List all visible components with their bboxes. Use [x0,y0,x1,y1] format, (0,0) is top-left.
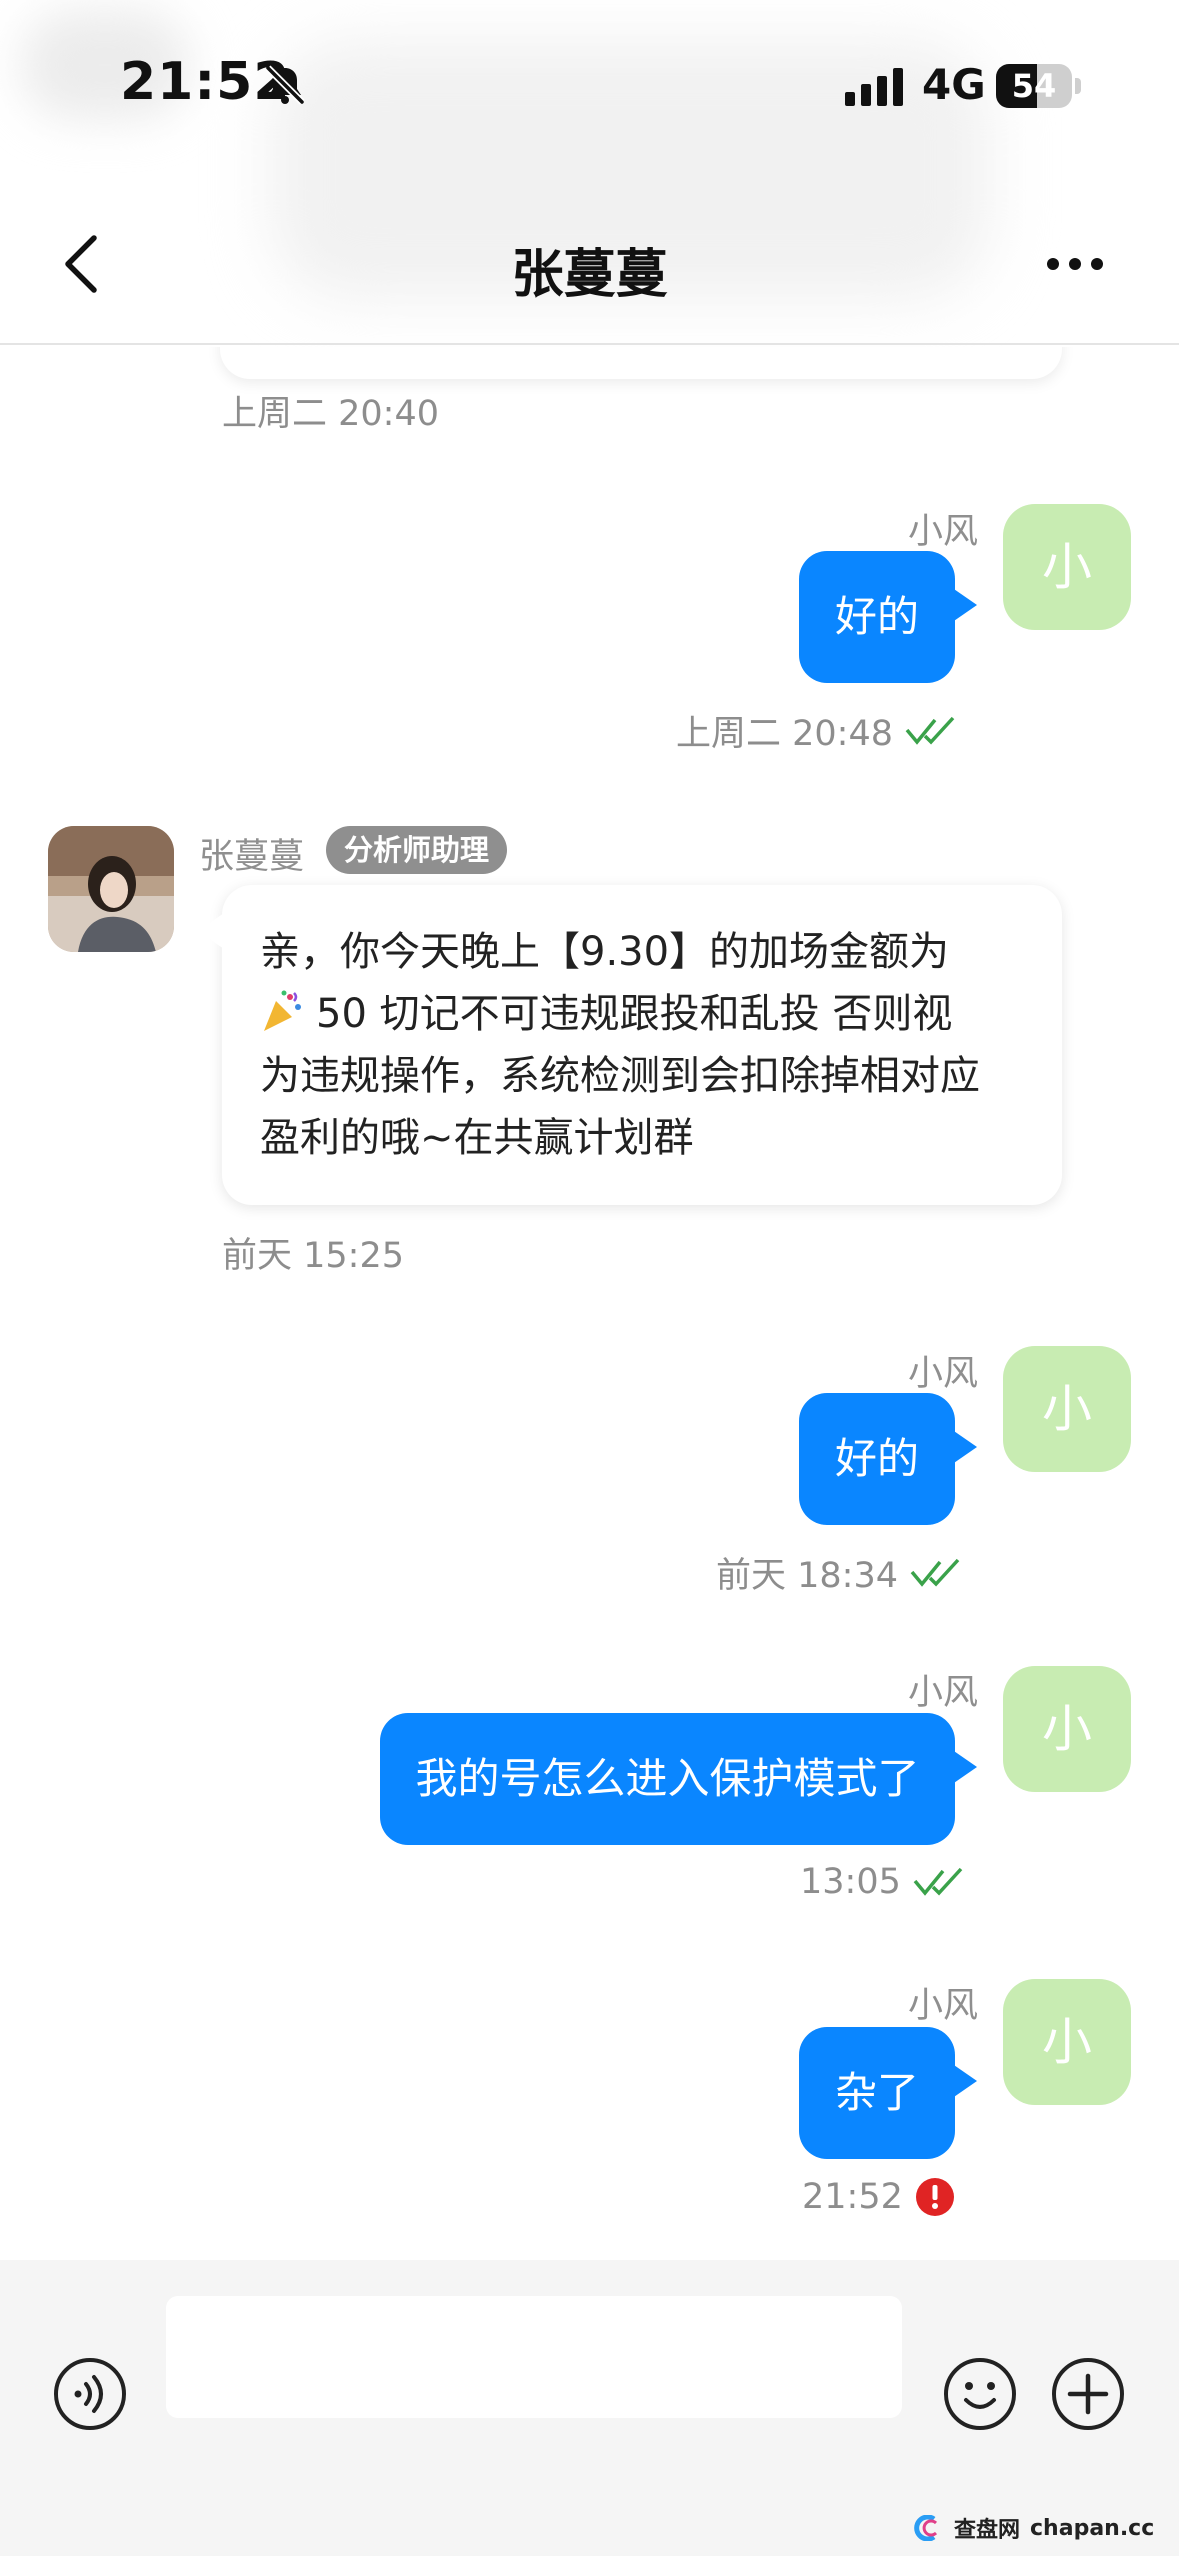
message-timestamp: 上周二 20:48 [676,714,893,754]
message-timestamp: 前天 15:25 [222,1236,404,1276]
message-line: 50 切记不可违规跟投和乱投 否则视 [260,983,1022,1045]
chat-title: 张蔓蔓 [511,245,668,305]
message-text: 我的号怎么进入保护模式了 [415,1754,920,1803]
my-avatar[interactable]: 小 [1003,1979,1131,2105]
voice-input-icon[interactable] [52,2356,128,2432]
message-timestamp: 上周二 20:40 [222,394,439,434]
send-failed-icon[interactable] [915,2177,955,2217]
my-message-bubble[interactable]: 好的 [799,1393,977,1525]
incoming-message-bubble[interactable]: 亲，你今天晚上【9.30】的加场金额为 50 切记不可违规跟投和乱投 否则视 为… [198,885,1062,1205]
message-line: 盈利的哦~在共赢计划群 [260,1115,694,1161]
sender-name: 小风 [908,512,979,552]
message-line: 为违规操作，系统检测到会扣除掉相对应 [260,1053,980,1099]
message-line: 亲，你今天晚上【9.30】的加场金额为 [260,929,950,975]
previous-message-bubble [220,347,1062,379]
watermark-logo-icon [914,2515,938,2541]
my-message-bubble[interactable]: 我的号怎么进入保护模式了 [380,1713,977,1845]
sender-name: 小风 [908,1354,979,1394]
message-meta: 21:52 [802,2177,955,2217]
more-options-icon[interactable] [1045,252,1105,276]
sender-name: 张蔓蔓 [199,837,305,877]
battery-icon: 54 [996,64,1082,108]
my-avatar[interactable]: 小 [1003,504,1131,630]
emoji-icon[interactable] [942,2356,1018,2432]
my-message-bubble[interactable]: 杂了 [799,2027,977,2159]
message-meta: 上周二 20:48 [676,705,957,756]
message-meta: 13:05 [800,1862,965,1902]
message-meta: 前天 18:34 [716,1547,962,1598]
read-receipt-icon [910,1558,960,1587]
watermark-brand: 查盘网 [954,2518,1021,2543]
contact-avatar[interactable] [48,826,174,952]
message-text: 好的 [834,592,919,641]
message-timestamp: 21:52 [802,2177,903,2217]
sender-name: 小风 [908,1986,979,2026]
chat-header: 张蔓蔓 [0,180,1179,345]
message-list[interactable]: 上周二 20:40 小风 小 好的 上周二 20:48 张蔓蔓 分析师助理 亲，… [0,347,1179,2260]
message-text: 好的 [834,1434,919,1483]
role-badge: 分析师助理 [326,826,508,874]
message-input[interactable] [166,2296,902,2418]
read-receipt-icon [905,716,955,745]
my-message-bubble[interactable]: 好的 [799,551,977,683]
watermark: 查盘网 chapan.cc [910,2512,1154,2544]
cellular-signal-icon [845,68,903,106]
watermark-domain: chapan.cc [1030,2515,1155,2541]
message-timestamp: 13:05 [800,1862,901,1902]
message-text: 杂了 [834,2068,919,2117]
network-type: 4G [922,60,986,109]
my-avatar[interactable]: 小 [1003,1346,1131,1472]
battery-percent: 54 [1011,67,1057,105]
party-popper-icon [264,990,301,1031]
my-avatar[interactable]: 小 [1003,1666,1131,1792]
message-timestamp: 前天 18:34 [716,1556,898,1596]
add-attachment-icon[interactable] [1050,2356,1126,2432]
sender-name: 小风 [908,1673,979,1713]
status-bar: 21:52 4G 54 [0,0,1179,300]
read-receipt-icon [913,1867,963,1896]
bell-muted-icon [265,65,305,105]
